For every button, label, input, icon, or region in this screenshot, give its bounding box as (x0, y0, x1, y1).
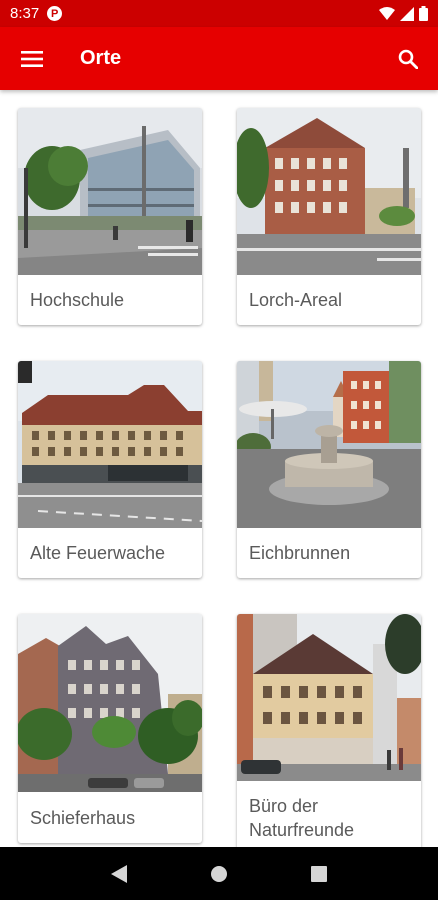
place-card-alte-feuerwache[interactable]: Alte Feuerwache (18, 361, 202, 578)
place-name: Eichbrunnen (249, 543, 351, 563)
place-name: Hochschule (30, 290, 125, 310)
place-card-eichbrunnen[interactable]: Eichbrunnen (237, 361, 421, 578)
battery-icon (419, 6, 428, 21)
recents-icon[interactable] (310, 865, 327, 882)
place-photo (237, 361, 421, 528)
home-icon[interactable] (210, 865, 228, 883)
wifi-icon (379, 6, 395, 20)
places-grid[interactable]: Hochschule Lorch-Areal Alte Feuerwache E… (0, 90, 438, 847)
place-photo (237, 614, 421, 781)
hamburger-icon (21, 50, 43, 67)
status-bar: 8:37 P (0, 0, 438, 27)
signal-icon (400, 6, 414, 21)
notification-badge-icon: P (47, 6, 63, 21)
place-photo (237, 108, 421, 275)
place-name: Schieferhaus (30, 807, 136, 828)
app-bar: Orte (0, 27, 438, 90)
system-nav-bar (0, 847, 438, 900)
place-name: Alte Feuerwache (30, 543, 166, 563)
status-time: 8:37 (10, 5, 40, 22)
back-icon[interactable] (111, 864, 128, 883)
status-icons (379, 6, 428, 21)
page-title: Orte (80, 47, 122, 69)
place-card-schieferhaus[interactable]: Schieferhaus (18, 614, 202, 843)
search-button[interactable] (388, 39, 428, 79)
place-name: Lorch-Areal (249, 290, 343, 310)
place-photo (18, 361, 202, 528)
place-photo (18, 108, 202, 275)
place-card-lorch-areal[interactable]: Lorch-Areal (237, 108, 421, 325)
menu-button[interactable] (0, 27, 64, 90)
place-card-hochschule[interactable]: Hochschule (18, 108, 202, 325)
place-name: Büro der Naturfreunde (249, 796, 355, 840)
search-icon (398, 49, 418, 69)
place-photo (18, 614, 202, 792)
place-card-buero-der-naturfreunde[interactable]: Büro der Naturfreunde (237, 614, 421, 847)
